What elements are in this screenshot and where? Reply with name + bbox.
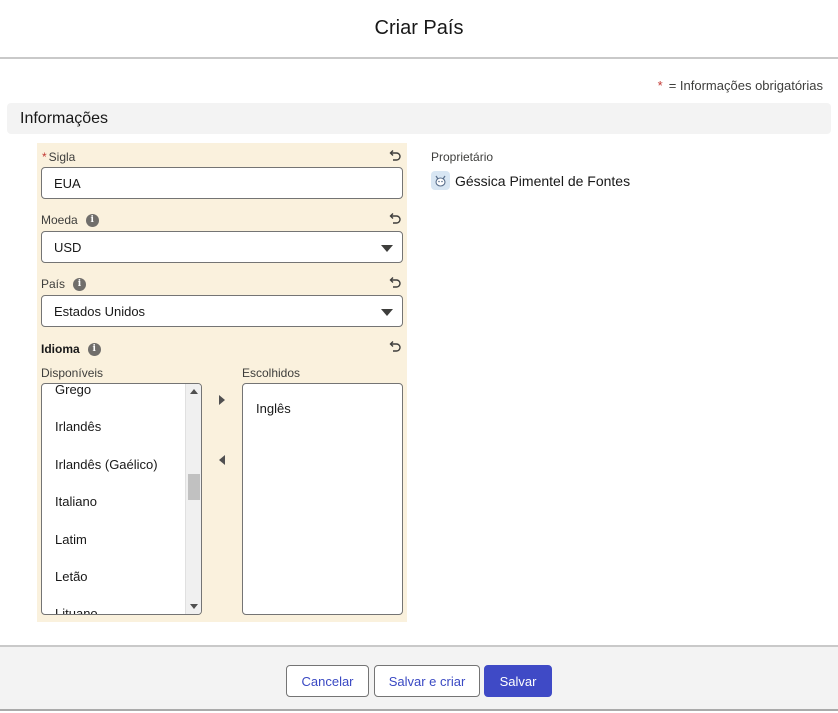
chevron-down-icon (381, 245, 393, 252)
sigla-label-text: Sigla (48, 150, 76, 164)
list-option[interactable]: Inglês (256, 401, 291, 416)
modal-footer: Cancelar Salvar e criar Salvar (0, 645, 838, 711)
available-options: Grego Irlandês Irlandês (Gaélico) Italia… (42, 384, 185, 614)
required-star: * (657, 78, 663, 93)
undo-icon[interactable] (388, 212, 402, 226)
sigla-label: * Sigla (42, 150, 75, 164)
sigla-value: EUA (54, 175, 81, 191)
moeda-label-text: Moeda (41, 213, 78, 227)
scroll-down-icon[interactable] (190, 604, 198, 609)
arrow-left-icon (219, 455, 225, 465)
scrollbar[interactable] (185, 384, 201, 614)
idioma-label-text: Idioma (41, 342, 80, 356)
pais-value: Estados Unidos (54, 303, 146, 319)
sigla-input[interactable]: EUA (41, 167, 403, 199)
move-left-button[interactable] (215, 453, 229, 467)
available-label: Disponíveis (41, 366, 104, 380)
undo-icon[interactable] (388, 340, 402, 354)
scroll-thumb[interactable] (188, 474, 200, 500)
save-button[interactable]: Salvar (484, 665, 552, 697)
chosen-label: Escolhidos (242, 366, 301, 380)
undo-icon[interactable] (388, 276, 402, 290)
list-option[interactable]: Letão (55, 569, 88, 584)
arrow-right-icon (219, 395, 225, 405)
info-icon[interactable]: i (87, 342, 101, 356)
list-option[interactable]: Lituano (55, 606, 98, 614)
list-option[interactable]: Italiano (55, 494, 97, 509)
info-icon[interactable]: i (73, 277, 87, 291)
owner-value: Géssica Pimentel de Fontes (431, 171, 630, 190)
moeda-select[interactable]: USD (41, 231, 403, 263)
info-icon[interactable]: i (85, 213, 99, 227)
idioma-label: Idioma i (41, 342, 101, 356)
sigla-required-mark: * (42, 150, 47, 164)
scroll-up-icon[interactable] (190, 389, 198, 394)
section-header-informacoes[interactable]: Informações (7, 103, 831, 134)
owner-name: Géssica Pimentel de Fontes (455, 172, 631, 189)
list-option[interactable]: Irlandês (55, 419, 101, 434)
available-listbox[interactable]: Grego Irlandês Irlandês (Gaélico) Italia… (41, 383, 202, 615)
moeda-label: Moeda i (41, 213, 99, 227)
required-note: * = Informações obrigatórias (658, 78, 823, 93)
list-option[interactable]: Latim (55, 532, 87, 547)
chevron-down-icon (381, 309, 393, 316)
list-option[interactable]: Irlandês (Gaélico) (55, 457, 158, 472)
pais-select[interactable]: Estados Unidos (41, 295, 403, 327)
pais-label-text: País (41, 277, 66, 291)
undo-icon[interactable] (388, 149, 402, 163)
save-and-new-button[interactable]: Salvar e criar (374, 665, 480, 697)
list-option[interactable]: Grego (55, 384, 91, 397)
owner-label: Proprietário (431, 150, 494, 164)
moeda-value: USD (54, 239, 82, 255)
cancel-button[interactable]: Cancelar (286, 665, 369, 697)
chosen-listbox[interactable]: Inglês (242, 383, 403, 615)
modal-title: Criar País (374, 17, 464, 39)
section-title: Informações (20, 109, 109, 127)
avatar-icon (431, 171, 450, 190)
modal-header: Criar País (0, 0, 838, 59)
pais-label: País i (41, 277, 87, 291)
move-right-button[interactable] (215, 393, 229, 407)
required-note-text: = Informações obrigatórias (668, 78, 823, 93)
